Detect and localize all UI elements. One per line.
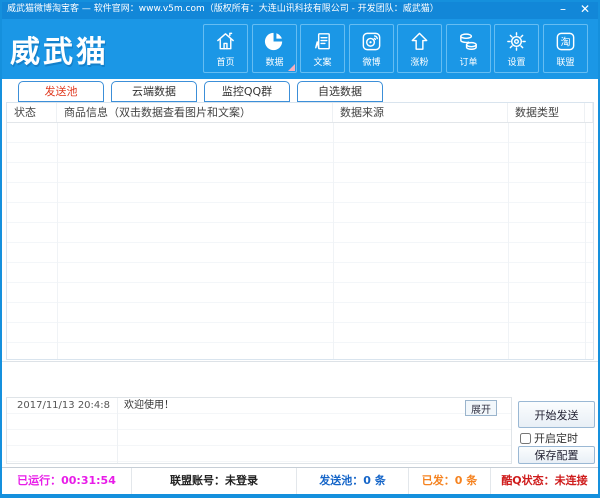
status-alliance-account: 联盟账号：未登录: [132, 468, 297, 494]
toolbar-button-orders[interactable]: 订单: [446, 24, 491, 73]
toolbar-button-copywriting[interactable]: 文案: [300, 24, 345, 73]
tab-send-pool[interactable]: 发送池: [18, 81, 104, 102]
data-table: 状态 商品信息（双击数据查看图片和文案） 数据来源 数据类型: [6, 102, 594, 360]
taobao-icon: 淘: [556, 32, 575, 50]
column-header-product-info: 商品信息（双击数据查看图片和文案）: [57, 103, 333, 122]
toolbar-button-settings[interactable]: 设置: [494, 24, 539, 73]
toolbar-label: 微博: [362, 57, 381, 68]
up-arrow-icon: [411, 32, 428, 50]
pie-chart-icon: [264, 32, 283, 50]
status-send-pool-count: 发送池：0 条: [297, 468, 409, 494]
toolbar-button-alliance[interactable]: 淘 联盟: [543, 24, 588, 73]
toolbar-button-data[interactable]: 数据: [252, 24, 297, 73]
status-coolq-connection: 酷Q状态：未连接: [501, 474, 588, 487]
app-logo: 威武猫: [10, 35, 109, 70]
start-sending-button[interactable]: 开始发送: [518, 401, 595, 428]
toolbar-label: 联盟: [556, 57, 575, 68]
log-message: 欢迎使用！: [124, 400, 174, 411]
app-window: 威武猫微博淘宝客 — 软件官网：www.v5m.com（版权所有：大连山讯科技有…: [0, 0, 600, 498]
toolbar-label: 涨粉: [410, 57, 429, 68]
log-entry: 2017/11/13 20:4:8 欢迎使用！: [7, 398, 511, 414]
table-grid-line: [333, 123, 334, 359]
column-header-data-type: 数据类型: [508, 103, 585, 122]
minimize-icon[interactable]: –: [560, 2, 566, 19]
status-runtime: 已运行：00:31:54: [2, 468, 132, 494]
status-sent-count: 已发：0 条: [409, 468, 491, 494]
dropdown-corner-marker: [288, 64, 295, 71]
toolbar-label: 文案: [313, 57, 332, 68]
search-bar: 佣金比例: 价格范围: — 搜索: [2, 361, 598, 397]
document-icon: [315, 32, 330, 49]
log-panel: 2017/11/13 20:4:8 欢迎使用！ 展开: [6, 397, 512, 464]
coins-icon: [460, 32, 477, 50]
tab-bar: 发送池 云端数据 监控QQ群 自选数据: [18, 81, 383, 102]
enable-timer-label: 开启定时: [534, 432, 578, 445]
tab-custom-data[interactable]: 自选数据: [297, 81, 383, 102]
title-bar: 威武猫微博淘宝客 — 软件官网：www.v5m.com（版权所有：大连山讯科技有…: [2, 2, 598, 19]
toolbar-button-fans[interactable]: 涨粉: [397, 24, 442, 73]
table-body-empty: [7, 123, 593, 359]
save-config-button[interactable]: 保存配置: [518, 446, 595, 464]
timer-option: 开启定时: [520, 430, 578, 446]
home-icon: [217, 32, 234, 49]
log-timestamp: 2017/11/13 20:4:8: [17, 400, 111, 411]
tab-cloud-data[interactable]: 云端数据: [111, 81, 197, 102]
toolbar-button-home[interactable]: 首页: [203, 24, 248, 73]
column-header-spacer: [585, 103, 593, 122]
window-controls: – ✕: [560, 2, 590, 19]
table-grid-line: [57, 123, 58, 359]
window-title: 威武猫微博淘宝客 — 软件官网：www.v5m.com（版权所有：大连山讯科技有…: [7, 4, 439, 14]
status-bar: 已运行：00:31:54 联盟账号：未登录 发送池：0 条 已发：0 条 酷Q状…: [2, 467, 598, 494]
expand-log-button[interactable]: 展开: [465, 400, 497, 416]
weibo-icon: [362, 32, 381, 50]
toolbar-label: 首页: [216, 57, 235, 68]
tab-monitor-qq-group[interactable]: 监控QQ群: [204, 81, 290, 102]
toolbar-button-weibo[interactable]: 微博: [349, 24, 394, 73]
table-grid-line: [508, 123, 509, 359]
gear-icon: [507, 31, 526, 51]
close-icon[interactable]: ✕: [580, 2, 590, 19]
table-header: 状态 商品信息（双击数据查看图片和文案） 数据来源 数据类型: [7, 103, 593, 123]
svg-text:淘: 淘: [560, 35, 570, 48]
column-header-data-source: 数据来源: [333, 103, 508, 122]
toolbar-label: 设置: [507, 57, 526, 68]
enable-timer-checkbox[interactable]: [520, 432, 531, 444]
column-header-status: 状态: [7, 103, 57, 122]
toolbar-label: 订单: [459, 57, 478, 68]
table-grid-line: [585, 123, 586, 359]
toolbar: 威武猫 首页 数据 文案 微博 涨粉 订单 设置 淘 联盟: [2, 19, 598, 79]
toolbar-label: 数据: [265, 57, 284, 68]
